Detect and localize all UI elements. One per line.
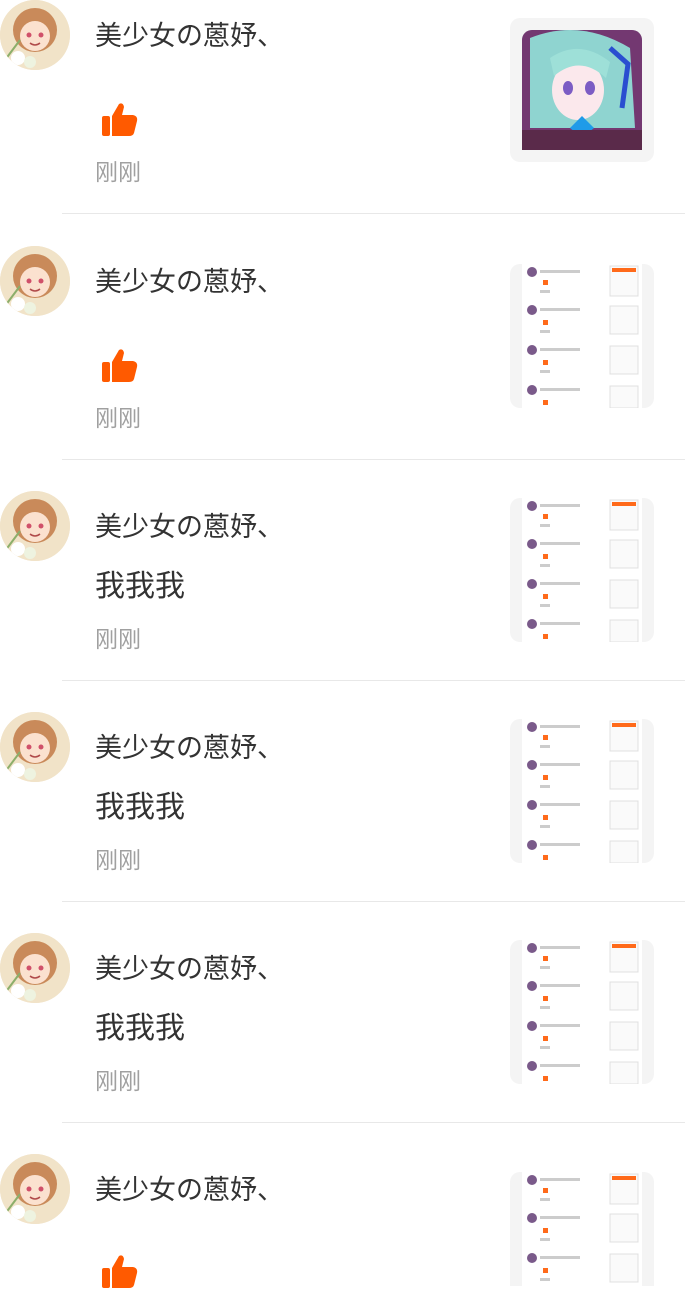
divider bbox=[62, 901, 685, 902]
thumbs-up-icon bbox=[102, 1255, 138, 1288]
user-name[interactable]: 美少女の蒽妤、 bbox=[95, 511, 284, 545]
comment-text: 我我我 bbox=[95, 1011, 185, 1046]
divider bbox=[62, 680, 685, 681]
post-thumbnail[interactable] bbox=[510, 940, 654, 1084]
notification-item[interactable]: 美少女の蒽妤、 我我我 刚刚 bbox=[0, 712, 685, 902]
notification-item[interactable]: 美少女の蒽妤、 我我我 刚刚 bbox=[0, 491, 685, 681]
user-name[interactable]: 美少女の蒽妤、 bbox=[95, 953, 284, 987]
notification-item[interactable]: 美少女の蒽妤、 bbox=[0, 1154, 685, 1288]
post-thumbnail[interactable] bbox=[510, 498, 654, 642]
post-thumbnail[interactable] bbox=[510, 719, 654, 863]
timestamp: 刚刚 bbox=[95, 627, 141, 653]
post-thumbnail[interactable] bbox=[510, 18, 654, 162]
user-name[interactable]: 美少女の蒽妤、 bbox=[95, 732, 284, 766]
notification-item[interactable]: 美少女の蒽妤、 我我我 刚刚 bbox=[0, 933, 685, 1123]
notification-item[interactable]: 美少女の蒽妤、 刚刚 bbox=[0, 246, 685, 460]
avatar[interactable] bbox=[0, 712, 70, 782]
comment-text: 我我我 bbox=[95, 790, 185, 825]
thumbs-up-icon bbox=[102, 349, 138, 382]
user-name[interactable]: 美少女の蒽妤、 bbox=[95, 266, 284, 300]
timestamp: 刚刚 bbox=[95, 160, 141, 186]
divider bbox=[62, 1122, 685, 1123]
timestamp: 刚刚 bbox=[95, 406, 141, 432]
avatar[interactable] bbox=[0, 933, 70, 1003]
divider bbox=[62, 459, 685, 460]
post-thumbnail[interactable] bbox=[510, 1172, 654, 1286]
avatar[interactable] bbox=[0, 491, 70, 561]
avatar[interactable] bbox=[0, 1154, 70, 1224]
post-thumbnail[interactable] bbox=[510, 264, 654, 408]
user-name[interactable]: 美少女の蒽妤、 bbox=[95, 1174, 284, 1208]
comment-text: 我我我 bbox=[95, 569, 185, 604]
avatar[interactable] bbox=[0, 0, 70, 70]
timestamp: 刚刚 bbox=[95, 848, 141, 874]
avatar[interactable] bbox=[0, 246, 70, 316]
divider bbox=[62, 213, 685, 214]
timestamp: 刚刚 bbox=[95, 1069, 141, 1095]
user-name[interactable]: 美少女の蒽妤、 bbox=[95, 20, 284, 54]
notification-item[interactable]: 美少女の蒽妤、 刚刚 bbox=[0, 0, 685, 214]
thumbs-up-icon bbox=[102, 103, 138, 136]
